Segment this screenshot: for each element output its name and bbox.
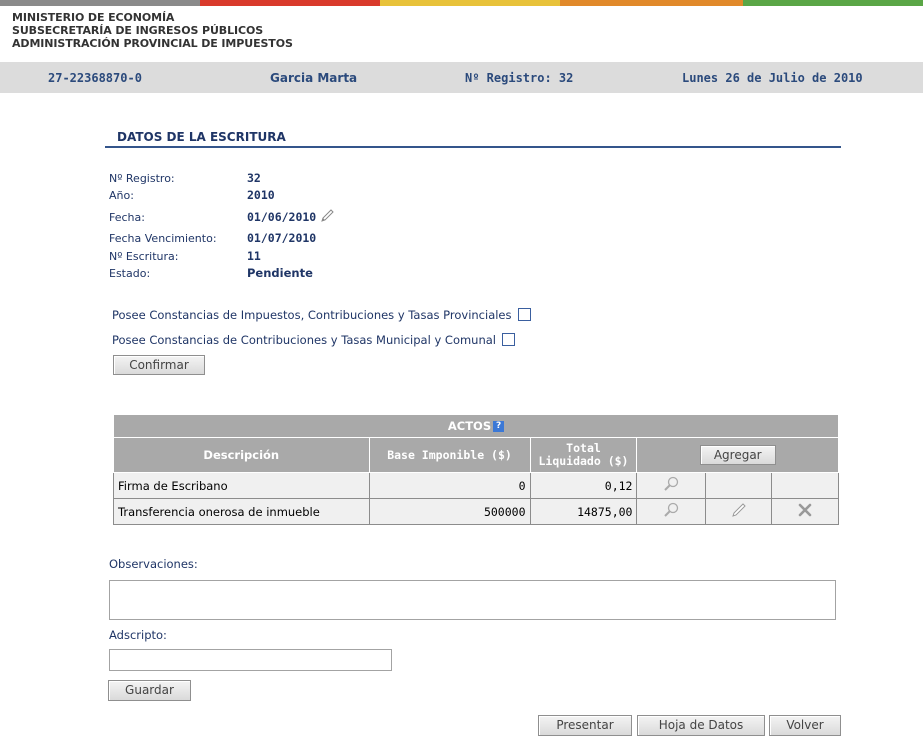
row-total: 0,12 bbox=[529, 472, 638, 499]
col-total-line2: Liquidado ($) bbox=[538, 454, 629, 468]
ministry-header: MINISTERIO DE ECONOMÍA SUBSECRETARÍA DE … bbox=[12, 11, 293, 50]
col-actions: Agregar bbox=[636, 437, 839, 473]
col-descripcion: Descripción bbox=[113, 437, 370, 473]
row-delete-cell bbox=[771, 498, 839, 525]
row-base: 500000 bbox=[368, 498, 531, 525]
user-name: Garcia Marta bbox=[270, 71, 358, 85]
row-description: Firma de Escribano bbox=[113, 472, 370, 499]
field-label-vencimiento: Fecha Vencimiento: bbox=[109, 232, 217, 245]
registro-number: Nº Registro: 32 bbox=[465, 71, 574, 85]
row-view-cell bbox=[636, 472, 707, 499]
field-value-vencimiento: 01/07/2010 bbox=[247, 231, 317, 245]
add-acto-button[interactable]: Agregar bbox=[699, 445, 776, 465]
field-value-fecha: 01/06/2010 bbox=[247, 210, 317, 224]
help-icon[interactable]: ? bbox=[493, 421, 505, 432]
row-base: 0 bbox=[368, 472, 531, 499]
field-fecha-group: 01/06/2010 bbox=[247, 209, 336, 226]
row-description: Transferencia onerosa de inmueble bbox=[113, 498, 370, 525]
ministry-line: SUBSECRETARÍA DE INGRESOS PÚBLICOS bbox=[12, 24, 264, 37]
row-delete-cell bbox=[771, 472, 839, 499]
adscripto-label: Adscripto: bbox=[109, 628, 167, 642]
field-label-fecha: Fecha: bbox=[109, 211, 145, 224]
hoja-de-datos-button[interactable]: Hoja de Datos bbox=[637, 715, 765, 736]
adscripto-input[interactable] bbox=[109, 649, 392, 671]
check-label-municipal: Posee Constancias de Contribuciones y Ta… bbox=[112, 333, 497, 347]
field-value-escritura: 11 bbox=[247, 249, 261, 263]
magnifier-icon[interactable] bbox=[663, 502, 679, 521]
actos-title-text: ACTOS bbox=[447, 419, 492, 433]
actos-title: ACTOS? bbox=[113, 414, 839, 438]
check-label-provinciales: Posee Constancias de Impuestos, Contribu… bbox=[112, 308, 512, 322]
row-edit-cell bbox=[705, 498, 773, 525]
edit-pencil-icon[interactable] bbox=[320, 209, 336, 226]
field-value-estado: Pendiente bbox=[247, 266, 313, 280]
table-row: Transferencia onerosa de inmueble 500000… bbox=[113, 498, 839, 525]
header-color-stripe bbox=[0, 0, 923, 6]
actos-table: ACTOS? Descripción Base Imponible ($) To… bbox=[113, 414, 839, 525]
delete-x-icon[interactable] bbox=[798, 503, 812, 520]
table-row: Firma de Escribano 0 0,12 bbox=[113, 472, 839, 499]
field-label-escritura: Nº Escritura: bbox=[109, 250, 179, 263]
actos-header-row: Descripción Base Imponible ($) Total Liq… bbox=[113, 437, 839, 473]
cuit: 27-22368870-0 bbox=[48, 71, 142, 85]
field-label-registro: Nº Registro: bbox=[109, 172, 175, 185]
checkbox-provinciales[interactable] bbox=[517, 308, 531, 321]
col-base-imponible: Base Imponible ($) bbox=[368, 437, 531, 473]
current-date: Lunes 26 de Julio de 2010 bbox=[682, 71, 863, 85]
row-edit-cell bbox=[705, 472, 773, 499]
row-total: 14875,00 bbox=[529, 498, 638, 525]
guardar-button[interactable]: Guardar bbox=[108, 680, 191, 701]
field-value-registro: 32 bbox=[247, 171, 261, 185]
presentar-button[interactable]: Presentar bbox=[538, 715, 632, 736]
volver-button[interactable]: Volver bbox=[769, 715, 841, 736]
ministry-line: MINISTERIO DE ECONOMÍA bbox=[12, 11, 175, 24]
magnifier-icon[interactable] bbox=[663, 476, 679, 495]
confirm-button[interactable]: Confirmar bbox=[113, 355, 205, 375]
ministry-line: ADMINISTRACIÓN PROVINCIAL DE IMPUESTOS bbox=[12, 37, 293, 50]
user-info-bar: 27-22368870-0 Garcia Marta Nº Registro: … bbox=[0, 62, 923, 93]
observaciones-textarea[interactable] bbox=[109, 580, 836, 620]
actos-title-row: ACTOS? bbox=[113, 414, 839, 438]
field-value-anio: 2010 bbox=[247, 188, 275, 202]
row-view-cell bbox=[636, 498, 707, 525]
checkbox-municipal[interactable] bbox=[502, 333, 516, 346]
field-label-estado: Estado: bbox=[109, 267, 151, 280]
check-row-provinciales: Posee Constancias de Impuestos, Contribu… bbox=[112, 308, 531, 322]
col-total-liquidado: Total Liquidado ($) bbox=[529, 437, 638, 473]
field-label-anio: Año: bbox=[109, 189, 134, 202]
pencil-icon[interactable] bbox=[731, 503, 747, 521]
check-row-municipal: Posee Constancias de Contribuciones y Ta… bbox=[112, 333, 516, 347]
observaciones-label: Observaciones: bbox=[109, 557, 198, 571]
section-divider bbox=[105, 146, 841, 148]
section-title: DATOS DE LA ESCRITURA bbox=[117, 130, 286, 144]
